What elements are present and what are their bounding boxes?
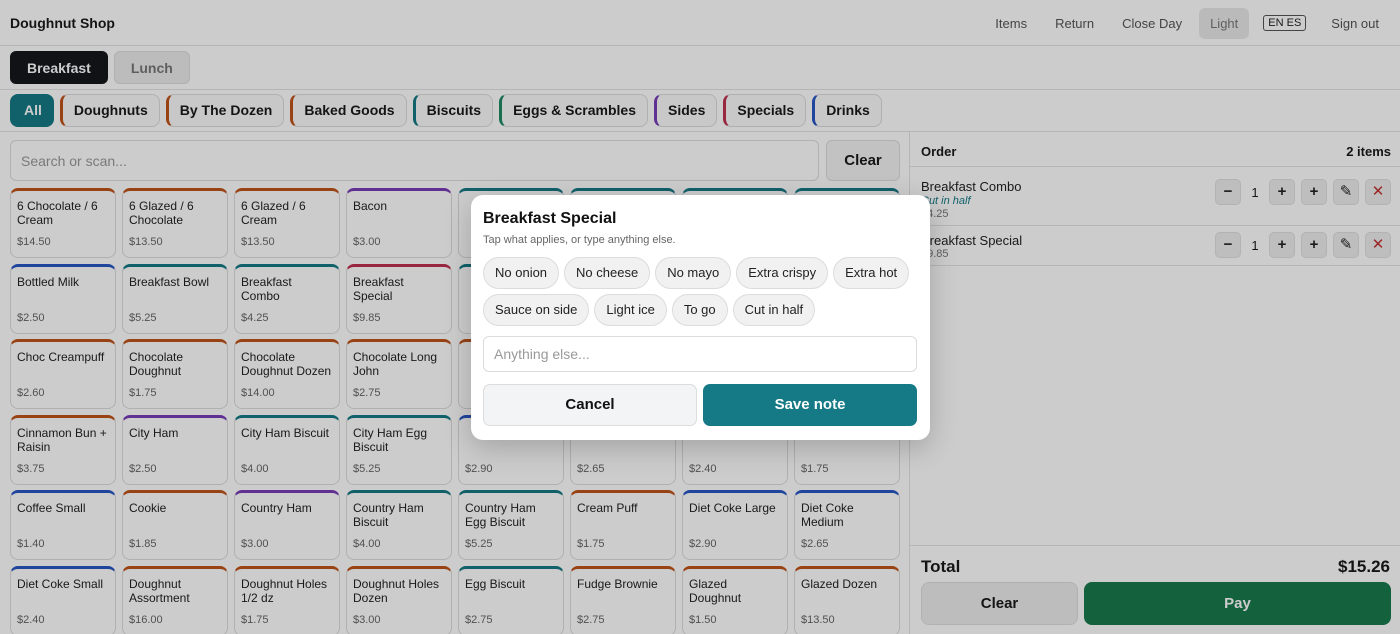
note-chip-cut-in-half[interactable]: Cut in half (732, 294, 816, 326)
quick-note-chips: No onion No cheese No mayo Extra crispy Extr… (483, 257, 923, 326)
cancel-button[interactable]: Cancel (483, 384, 697, 426)
note-chip-no-mayo[interactable]: No mayo (655, 257, 732, 289)
note-chip-to-go[interactable]: To go (671, 294, 728, 326)
note-chip-no-onion[interactable]: No onion (483, 257, 560, 289)
note-chip-sauce-on-side[interactable]: Sauce on side (483, 294, 590, 326)
dialog-subtitle: Tap what applies, or type anything else. (483, 234, 676, 246)
note-input[interactable] (483, 336, 917, 372)
note-chip-extra-crispy[interactable]: Extra crispy (736, 257, 829, 289)
dialog-title: Breakfast Special (483, 210, 617, 227)
note-chip-extra-hot[interactable]: Extra hot (833, 257, 910, 289)
note-chip-light-ice[interactable]: Light ice (594, 294, 667, 326)
note-chip-no-cheese[interactable]: No cheese (564, 257, 651, 289)
save-note-button[interactable]: Save note (703, 384, 917, 426)
note-dialog: Breakfast Special Tap what applies, or t… (471, 195, 930, 440)
